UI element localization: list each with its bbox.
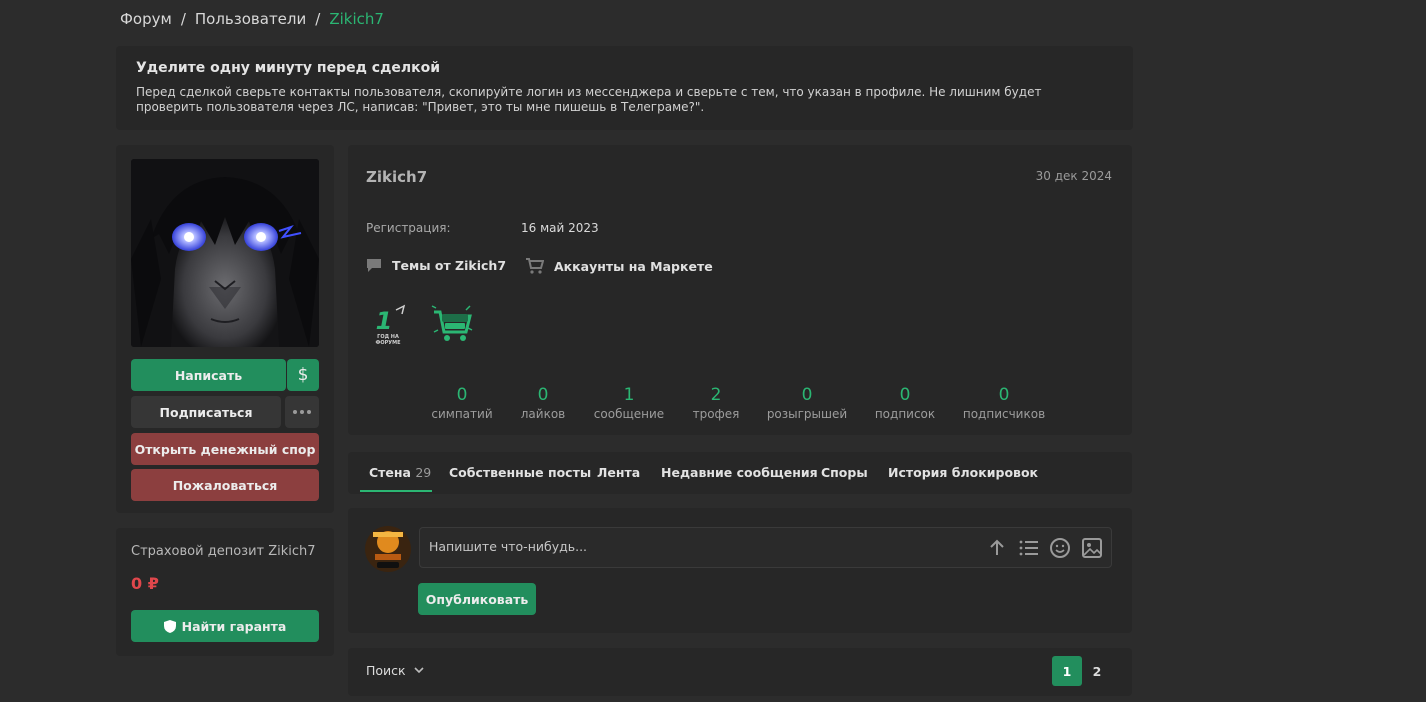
stat-trophies[interactable]: 2 трофея (678, 385, 754, 421)
profile-username: Zikich7 (366, 168, 428, 186)
breadcrumb-separator: / (315, 10, 321, 28)
stat-value: 1 (623, 385, 635, 405)
stat-messages[interactable]: 1 сообщение (580, 385, 678, 421)
trophy-year-icon: 1 ГОД НА ФОРУМЕ (375, 304, 406, 346)
shield-icon (163, 619, 176, 633)
search-filter-dropdown[interactable]: Поиск (366, 663, 424, 678)
current-user-avatar[interactable] (365, 526, 411, 572)
topics-link-label: Темы от Zikich7 (392, 258, 507, 273)
list-icon[interactable] (1018, 537, 1040, 559)
stat-value: 2 (710, 385, 722, 405)
stat-label: подписок (874, 407, 936, 421)
stat-label: симпатий (431, 407, 493, 421)
report-button[interactable]: Пожаловаться (131, 469, 319, 501)
wall-post-input[interactable] (429, 539, 949, 554)
trophy-market[interactable] (430, 302, 474, 346)
stat-label: трофея (692, 407, 740, 421)
currency-button[interactable]: $ (287, 359, 319, 391)
chevron-down-icon (414, 667, 424, 674)
active-tab-indicator (360, 490, 432, 492)
page-2-button[interactable]: 2 (1082, 656, 1112, 686)
topics-link[interactable]: Темы от Zikich7 (366, 258, 506, 273)
stat-likes[interactable]: 0 лайков (506, 385, 580, 421)
profile-tabs: Стена 29 Собственные посты Лента Недавни… (348, 452, 1132, 494)
breadcrumb-separator: / (180, 10, 186, 28)
stat-value: 0 (537, 385, 549, 405)
trophy-market-cart-icon (431, 305, 473, 341)
safety-notice: Уделите одну минуту перед сделкой Перед … (116, 46, 1133, 130)
upload-arrow-icon[interactable] (986, 537, 1008, 559)
find-guarantor-button[interactable]: Найти гаранта (131, 610, 319, 642)
profile-card: Zikich7 30 дек 2024 Регистрация: 16 май … (348, 145, 1132, 435)
registration-value: 16 май 2023 (521, 221, 599, 235)
open-dispute-button[interactable]: Открыть денежный спор (131, 433, 319, 465)
notice-title: Уделите одну минуту перед сделкой (136, 60, 441, 76)
wall-footer: Поиск 1 2 (348, 648, 1132, 696)
stat-value: 0 (801, 385, 813, 405)
deposit-amount: 0 ₽ (131, 574, 159, 593)
profile-avatar[interactable] (131, 159, 319, 347)
stat-likes-received[interactable]: 0 симпатий (418, 385, 506, 421)
image-icon[interactable] (1081, 537, 1103, 559)
tab-own-posts[interactable]: Собственные посты (449, 465, 591, 480)
stat-label: розыгрышей (766, 407, 848, 421)
stat-subscribers[interactable]: 0 подписчиков (950, 385, 1058, 421)
wall-post-input-box (419, 527, 1112, 568)
tab-disputes[interactable]: Споры (821, 465, 868, 480)
breadcrumb: Форум / Пользователи / Zikich7 (120, 10, 384, 28)
stat-giveaways[interactable]: 0 розыгрышей (754, 385, 860, 421)
more-actions-button[interactable] (285, 396, 319, 428)
market-link-label: Аккаунты на Маркете (554, 258, 713, 274)
search-filter-label: Поиск (366, 663, 406, 678)
find-guarantor-label: Найти гаранта (181, 618, 287, 634)
breadcrumb-forum[interactable]: Форум (120, 10, 172, 28)
svg-text:ФОРУМЕ: ФОРУМЕ (375, 340, 401, 346)
trophy-year-on-forum[interactable]: 1 ГОД НА ФОРУМЕ (366, 302, 410, 346)
emoji-icon[interactable] (1049, 537, 1071, 559)
comment-icon (367, 259, 381, 272)
tab-wall-count: 29 (415, 465, 432, 480)
profile-date: 30 дек 2024 (1035, 169, 1112, 183)
breadcrumb-users[interactable]: Пользователи (195, 10, 306, 28)
market-link[interactable]: Аккаунты на Маркете (526, 258, 713, 274)
more-dots-icon (293, 410, 311, 414)
tab-wall[interactable]: Стена 29 (369, 465, 431, 480)
stat-label: лайков (520, 407, 566, 421)
page-1-button[interactable]: 1 (1052, 656, 1082, 686)
profile-sidebar: Написать $ Подписаться Открыть денежный … (116, 145, 334, 513)
profile-stats: 0 симпатий 0 лайков 1 сообщение 2 трофея… (418, 385, 1058, 421)
insurance-deposit-card: Страховой депозит Zikich7 0 ₽ Найти гара… (116, 528, 334, 656)
registration-label: Регистрация: (366, 221, 451, 235)
tab-feed[interactable]: Лента (597, 465, 640, 480)
stat-value: 0 (998, 385, 1010, 405)
stat-value: 0 (899, 385, 911, 405)
stat-value: 0 (456, 385, 468, 405)
stat-label: подписчиков (962, 407, 1046, 421)
svg-text:1: 1 (376, 307, 393, 335)
tab-recent-messages[interactable]: Недавние сообщения (661, 465, 818, 480)
notice-text: Перед сделкой сверьте контакты пользоват… (136, 85, 1042, 114)
cart-icon (526, 258, 544, 274)
stat-label: сообщение (593, 407, 665, 421)
tab-wall-label: Стена (369, 465, 411, 480)
wall-composer: Опубликовать (348, 508, 1132, 633)
breadcrumb-current: Zikich7 (329, 10, 384, 28)
stat-subscriptions[interactable]: 0 подписок (860, 385, 950, 421)
publish-button[interactable]: Опубликовать (418, 583, 536, 615)
tab-ban-history[interactable]: История блокировок (888, 465, 1038, 480)
subscribe-button[interactable]: Подписаться (131, 396, 281, 428)
write-message-button[interactable]: Написать (131, 359, 286, 391)
deposit-title: Страховой депозит Zikich7 (131, 544, 316, 559)
